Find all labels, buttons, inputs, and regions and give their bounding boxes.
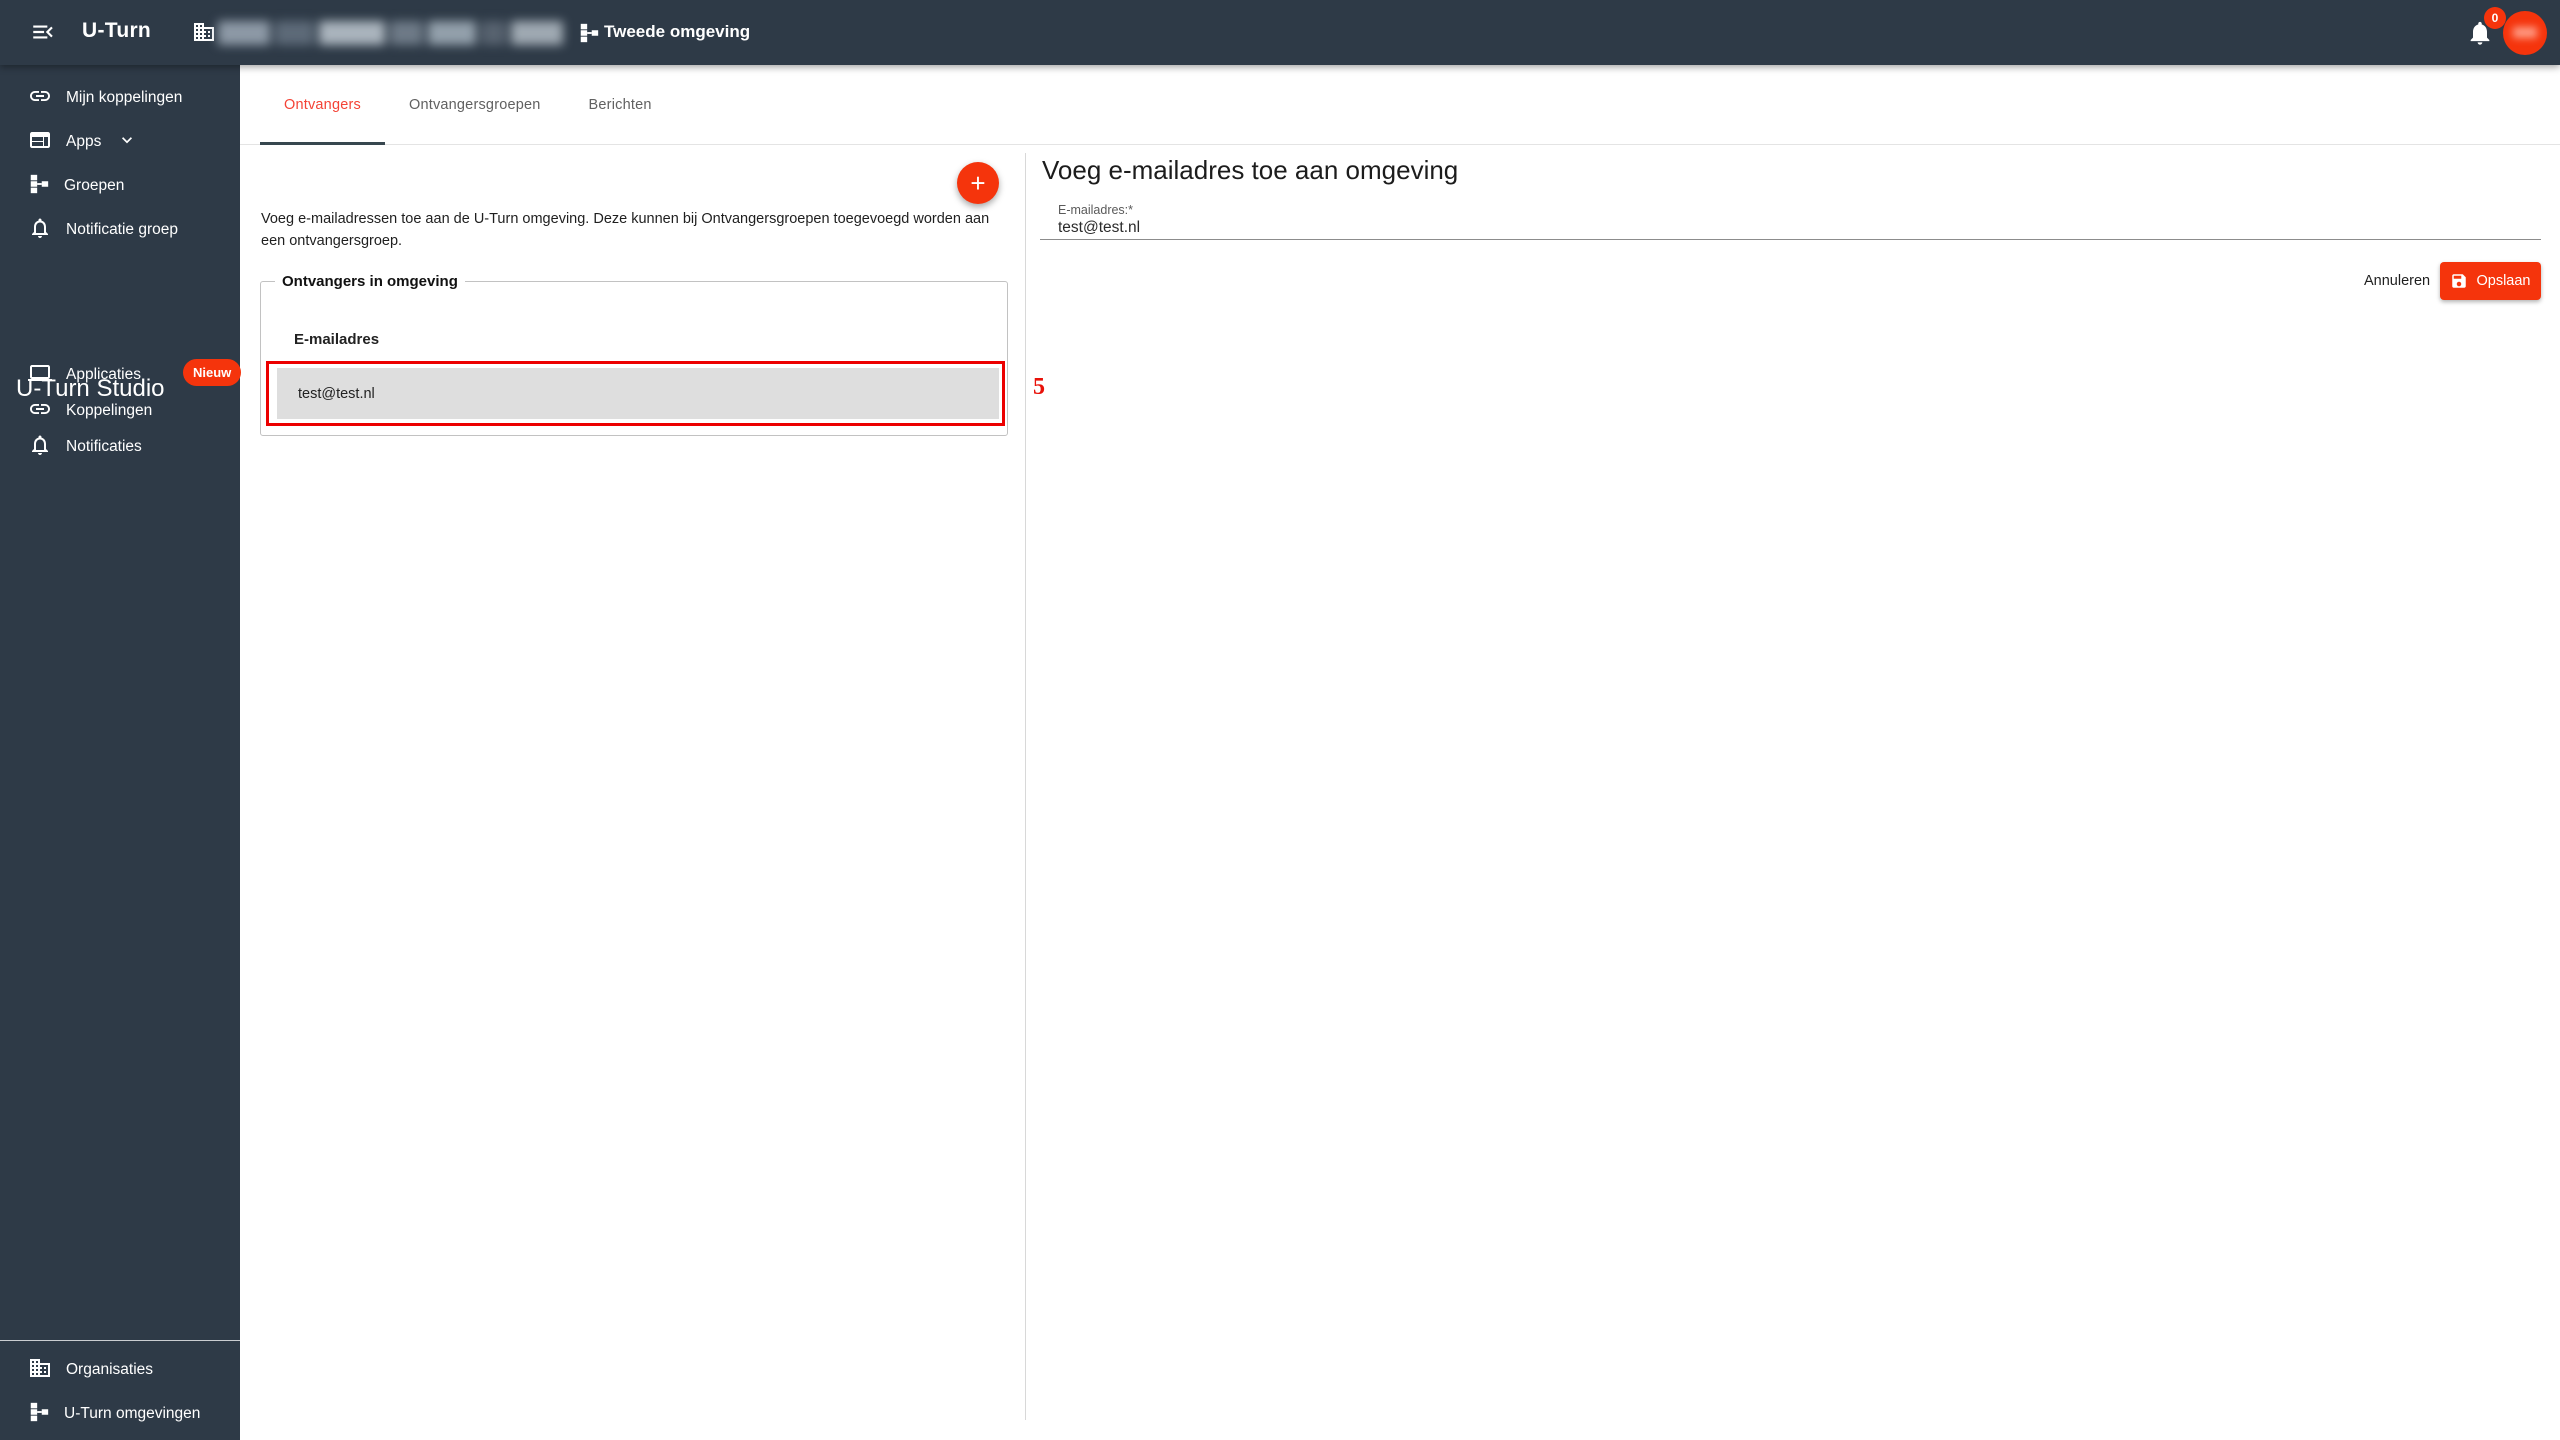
panel-divider [1025,153,1026,1420]
hierarchy-icon [28,173,50,200]
sidebar-item-label: Mijn koppelingen [66,89,182,107]
organization-name-redacted [218,21,563,45]
building-icon [28,1356,52,1385]
tab-berichten[interactable]: Berichten [565,65,676,145]
notification-count-badge: 0 [2484,7,2506,29]
annotation-marker: 5 [1033,374,1045,401]
email-column-header: E-mailadres [294,331,379,348]
tab-bar: Ontvangers Ontvangersgroepen Berichten [240,65,2560,145]
email-input-underline [1040,239,2541,240]
hierarchy-icon [578,22,600,49]
laptop-icon [28,361,52,390]
sidebar-item-groepen[interactable]: Groepen [0,166,240,206]
save-button[interactable]: Opslaan [2440,262,2541,300]
cancel-button[interactable]: Annuleren [2348,262,2446,299]
tab-ontvangersgroepen[interactable]: Ontvangersgroepen [385,65,565,145]
sidebar-item-label: U-Turn omgevingen [64,1405,200,1423]
email-input[interactable] [1058,219,2538,237]
hierarchy-icon [28,1401,50,1428]
sidebar-item-u-turn-omgevingen[interactable]: U-Turn omgevingen [0,1394,240,1434]
sidebar-footer-divider [0,1340,240,1341]
bell-icon [28,433,52,462]
link-icon [28,397,52,426]
u-turn-app: U-Turn Tweede omgeving 0 Mijn koppelinge… [0,0,2560,1440]
form-title: Voeg e-mailadres toe aan omgeving [1042,155,1458,186]
sidebar: Mijn koppelingen Apps Groepen Notificati… [0,65,240,1440]
recipients-description: Voeg e-mailadressen toe aan de U-Turn om… [261,208,1016,252]
sidebar-item-label: Notificaties [66,438,142,456]
main-content: Ontvangers Ontvangersgroepen Berichten +… [240,65,2560,1440]
recipient-row[interactable]: test@test.nl [277,368,999,419]
tab-ontvangers[interactable]: Ontvangers [260,65,385,145]
user-avatar[interactable] [2503,11,2547,55]
app-title: U-Turn [82,19,151,43]
fieldset-legend: Ontvangers in omgeving [275,273,465,290]
sidebar-item-label: Apps [66,133,101,151]
bell-icon [28,216,52,245]
save-button-label: Opslaan [2476,273,2530,289]
recipient-email: test@test.nl [298,386,375,402]
sidebar-item-label: Notificatie groep [66,221,178,239]
sidebar-item-notificaties[interactable]: Notificaties [0,427,240,467]
link-icon [28,84,52,113]
sidebar-item-label: Applicaties [66,366,141,384]
environment-name[interactable]: Tweede omgeving [604,22,750,42]
sidebar-item-label: Organisaties [66,1361,153,1379]
building-icon [192,20,216,49]
sidebar-item-label: Groepen [64,177,124,195]
sidebar-item-apps[interactable]: Apps [0,122,240,162]
sidebar-item-applicaties[interactable]: Applicaties [0,355,240,395]
sidebar-item-label: Koppelingen [66,402,152,420]
apps-window-icon [28,128,52,157]
save-floppy-icon [2450,272,2468,290]
sidebar-item-notificatie-groep[interactable]: Notificatie groep [0,210,240,250]
email-field-label: E-mailadres:* [1058,203,1133,217]
sidebar-item-mijn-koppelingen[interactable]: Mijn koppelingen [0,78,240,118]
sidebar-item-koppelingen[interactable]: Koppelingen [0,391,240,431]
sidebar-item-organisaties[interactable]: Organisaties [0,1350,240,1390]
menu-open-icon[interactable] [30,19,58,47]
topbar: U-Turn Tweede omgeving 0 [0,0,2560,65]
chevron-down-icon [117,130,137,155]
add-recipient-fab[interactable]: + [957,162,999,204]
